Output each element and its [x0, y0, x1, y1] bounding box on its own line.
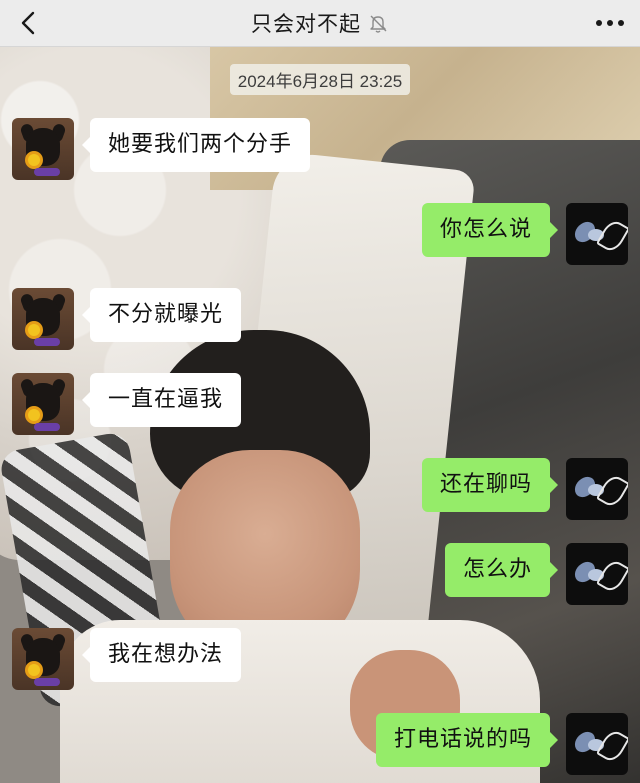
contact-avatar[interactable]: [12, 373, 74, 435]
timestamp-label: 2024年6月28日 23:25: [229, 64, 411, 95]
message-bubble[interactable]: 一直在逼我: [81, 373, 242, 427]
contact-avatar[interactable]: [12, 628, 74, 690]
bell-muted-icon: [370, 15, 387, 33]
my-avatar[interactable]: [566, 458, 628, 520]
message-row-sent: 怎么办: [444, 543, 628, 605]
chevron-left-icon: [21, 11, 35, 35]
back-button[interactable]: [8, 4, 48, 42]
message-row-received: 我在想办法: [12, 628, 242, 690]
contact-avatar[interactable]: [12, 288, 74, 350]
my-avatar[interactable]: [566, 203, 628, 265]
message-row-received: 她要我们两个分手: [12, 118, 311, 180]
top-navigation-bar: 只会对不起: [0, 0, 640, 46]
message-bubble[interactable]: 不分就曝光: [81, 288, 242, 342]
message-timestamp: 2024年6月28日 23:25: [0, 64, 640, 95]
message-bubble[interactable]: 还在聊吗: [421, 458, 559, 512]
message-bubble[interactable]: 打电话说的吗: [375, 713, 559, 767]
chat-screen: 只会对不起 2024年6月28日 23:25 她要我们两个分手 你怎么说 不分就…: [0, 0, 640, 783]
chat-title-group: 只会对不起: [251, 8, 389, 38]
message-row-sent: 你怎么说: [421, 203, 628, 265]
my-avatar[interactable]: [566, 543, 628, 605]
contact-avatar[interactable]: [12, 118, 74, 180]
message-bubble[interactable]: 怎么办: [444, 543, 559, 597]
more-dots-icon: [596, 20, 602, 26]
message-row-sent: 打电话说的吗: [375, 713, 628, 775]
message-bubble[interactable]: 我在想办法: [81, 628, 242, 682]
my-avatar[interactable]: [566, 713, 628, 775]
message-row-sent: 还在聊吗: [421, 458, 628, 520]
message-row-received: 不分就曝光: [12, 288, 242, 350]
chat-title: 只会对不起: [251, 12, 361, 36]
message-bubble[interactable]: 你怎么说: [421, 203, 559, 257]
more-options-button[interactable]: [590, 6, 630, 40]
message-bubble[interactable]: 她要我们两个分手: [81, 118, 311, 172]
message-row-received: 一直在逼我: [12, 373, 242, 435]
